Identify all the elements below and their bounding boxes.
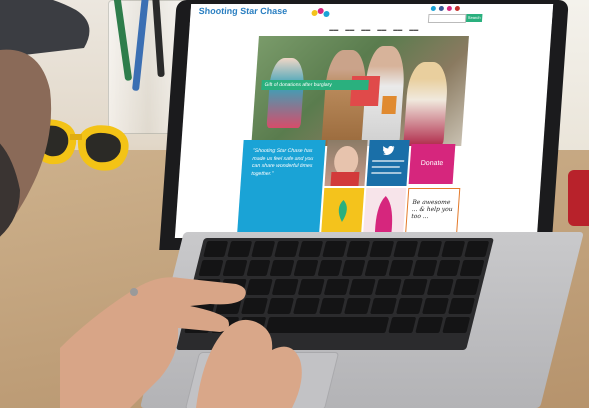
laptop-screen: Shooting Star Chase Search ▬▬ ▬▬ ▬▬ ▬▬ ▬…: [174, 4, 554, 238]
red-object: [568, 170, 589, 226]
social-icons: [430, 6, 461, 11]
site-logo[interactable]: Shooting Star Chase: [198, 6, 287, 16]
quote-text: "Shooting Star Chase has made us feel sa…: [251, 148, 314, 177]
pen: [152, 0, 165, 78]
note-tile[interactable]: Be awesome ... & help you too ...: [403, 188, 461, 238]
search-input[interactable]: [427, 14, 467, 23]
tweet-line: [371, 172, 402, 174]
key-row: [203, 241, 490, 257]
quote-tile[interactable]: "Shooting Star Chase has made us feel sa…: [235, 140, 326, 238]
leaf-icon: [338, 200, 347, 222]
tweet-line: [371, 166, 400, 168]
twitter-icon[interactable]: [430, 6, 437, 11]
yellow-tile[interactable]: [319, 188, 365, 238]
hero-image[interactable]: Gift of donations after burglary: [251, 36, 469, 146]
site-header: Shooting Star Chase Search: [189, 4, 554, 24]
twitter-tile[interactable]: [366, 140, 410, 186]
pen: [112, 0, 133, 82]
costume-figure: [266, 58, 306, 128]
right-hand: [196, 319, 302, 408]
person-shirt: [330, 172, 360, 186]
twitter-bird-icon: [382, 146, 396, 155]
instagram-icon[interactable]: [446, 6, 453, 11]
nav-item[interactable]: ▬▬: [409, 27, 418, 32]
held-box: [381, 96, 397, 114]
nav-item[interactable]: ▬▬: [329, 27, 338, 32]
facebook-icon[interactable]: [438, 6, 445, 11]
nav-item[interactable]: ▬▬: [377, 27, 386, 32]
nav-item[interactable]: ▬▬: [361, 27, 370, 32]
person-head-with-cap: [0, 0, 90, 237]
youtube-icon[interactable]: [454, 6, 461, 11]
photo-scene: Shooting Star Chase Search ▬▬ ▬▬ ▬▬ ▬▬ ▬…: [0, 0, 589, 408]
nav-item[interactable]: ▬▬: [345, 27, 354, 32]
search-button[interactable]: Search: [465, 14, 483, 22]
logo-stars-icon: [311, 8, 330, 17]
content-tiles: "Shooting Star Chase has made us feel sa…: [235, 140, 544, 238]
tweet-line: [372, 160, 405, 162]
main-nav: ▬▬ ▬▬ ▬▬ ▬▬ ▬▬ ▬▬: [329, 27, 418, 32]
hero-caption[interactable]: Gift of donations after burglary: [261, 80, 369, 90]
handwritten-note: Be awesome ... & help you too ...: [411, 199, 453, 220]
pink-tile[interactable]: [361, 188, 407, 238]
donate-button[interactable]: Donate: [408, 144, 456, 184]
nav-item[interactable]: ▬▬: [393, 27, 402, 32]
person: [403, 62, 450, 146]
pen: [132, 0, 149, 92]
photo-tile[interactable]: [324, 140, 368, 186]
